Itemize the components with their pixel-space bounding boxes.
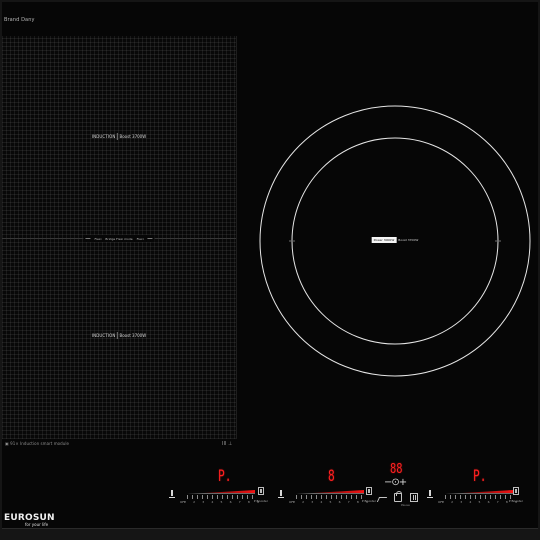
right-slider-number-1: 1 — [442, 500, 444, 504]
left-slider-number-5: 5 — [220, 500, 223, 504]
right-power-slider-ticks — [445, 495, 513, 499]
left-boost-caption: P Booster — [253, 499, 268, 503]
flex-zone-bottom-symbols: III ⊥ — [222, 441, 233, 447]
top-brand-note: Brand Dany — [4, 17, 35, 23]
lower-flex-zone-label: INDUCTION Boost 3700W — [91, 332, 147, 339]
left-flex-cooking-zone[interactable]: INDUCTION Boost 3700W Flexi Bridge Flexi… — [2, 36, 237, 439]
left-slider-number-4: 4 — [211, 500, 214, 504]
right-power-slider[interactable]: OFF 1 2 3 4 5 6 7 8 9 P Booster — [427, 485, 523, 509]
right-slider-number-4: 4 — [469, 500, 472, 504]
left-slider-number-2: 2 — [193, 500, 196, 504]
middle-slider-number-scale: 1 2 3 4 5 6 7 8 9 — [293, 500, 368, 504]
right-flexi-text: Flexi — [136, 236, 144, 241]
middle-power-slider-ticks — [296, 495, 364, 499]
right-power-slider-track[interactable] — [445, 490, 513, 494]
middle-slider-number-6: 6 — [338, 500, 341, 504]
left-slider-number-1: 1 — [184, 500, 186, 504]
upper-boost-text: Boost 3700W — [119, 134, 147, 139]
left-zone-display: P. — [218, 466, 232, 485]
right-power-icon[interactable] — [427, 490, 433, 499]
left-slider-number-7: 7 — [238, 500, 241, 504]
left-power-slider[interactable]: OFF 1 2 3 4 5 6 7 8 9 P Booster — [169, 485, 268, 509]
bridge-flexi-mode-text: Bridge Flexi mode — [105, 236, 133, 241]
middle-slider-number-7: 7 — [347, 500, 350, 504]
middle-slider-number-1: 1 — [293, 500, 295, 504]
glass-surface: Brand Dany INDUCTION Boost 3700W Flexi B… — [2, 2, 538, 529]
middle-slider-number-8: 8 — [356, 500, 359, 504]
lower-boost-text: Boost 3700W — [119, 333, 147, 338]
left-slider-number-3: 3 — [202, 500, 205, 504]
induction-cooktop: Brand Dany INDUCTION Boost 3700W Flexi B… — [0, 0, 540, 540]
pause-icon[interactable] — [410, 492, 418, 502]
upper-induction-text: INDUCTION — [91, 133, 118, 140]
round-zone-boost-label: Boost 3700W — [398, 238, 419, 242]
right-slider-number-3: 3 — [460, 500, 463, 504]
left-slider-number-scale: 1 2 3 4 5 6 7 8 9 — [184, 500, 259, 504]
right-slider-number-8: 8 — [505, 500, 508, 504]
left-slider-number-8: 8 — [247, 500, 250, 504]
right-slider-number-5: 5 — [478, 500, 481, 504]
middle-power-slider-track[interactable] — [296, 490, 364, 494]
middle-boost-icon[interactable] — [366, 487, 372, 495]
function-icon-row[interactable] — [378, 490, 418, 504]
left-power-icon[interactable] — [169, 490, 175, 499]
right-bridge-mark — [147, 238, 153, 239]
lower-induction-text: INDUCTION — [91, 332, 118, 339]
right-boost-icon[interactable] — [513, 487, 519, 495]
left-boost-icon[interactable] — [258, 487, 264, 495]
left-power-slider-ticks — [187, 495, 255, 499]
middle-power-icon[interactable] — [278, 490, 284, 499]
right-slider-number-scale: 1 2 3 4 5 6 7 8 9 — [442, 500, 517, 504]
left-slider-number-6: 6 — [229, 500, 232, 504]
middle-slider-number-5: 5 — [329, 500, 332, 504]
middle-power-slider[interactable]: OFF 1 2 3 4 5 6 7 8 9 P Booster — [278, 485, 376, 509]
timer-controls[interactable]: −⊙+ — [384, 478, 418, 488]
left-bridge-mark — [85, 238, 91, 239]
right-round-cooking-zone[interactable]: Power 3000W Boost 3700W — [258, 104, 532, 378]
stairs-icon[interactable] — [378, 493, 386, 502]
flex-zone-bottom-text: ▣ 91× Induction smart module — [5, 441, 69, 446]
right-slider-number-2: 2 — [451, 500, 454, 504]
middle-slider-number-2: 2 — [302, 500, 305, 504]
brand-logo: EUROSUN for your life — [4, 513, 55, 531]
timer-display: 88 — [390, 462, 403, 477]
left-power-slider-track[interactable] — [187, 490, 255, 494]
flex-bridge-label: Flexi Bridge Flexi mode Flexi — [83, 235, 155, 242]
round-zone-label: Power 3000W Boost 3700W — [371, 237, 419, 243]
middle-boost-caption: P Booster — [361, 499, 376, 503]
middle-slider-number-4: 4 — [320, 500, 323, 504]
left-flexi-text: Flexi — [94, 236, 102, 241]
middle-zone-display: 8 — [328, 466, 335, 485]
right-zone-display: P. — [473, 466, 487, 485]
upper-flex-zone-label: INDUCTION Boost 3700W — [91, 133, 147, 140]
lock-icon[interactable] — [394, 490, 402, 502]
brand-tagline: for your life — [25, 522, 49, 527]
right-boost-caption: P Booster — [508, 499, 523, 503]
right-slider-number-7: 7 — [496, 500, 499, 504]
round-zone-power-label: Power 3000W — [371, 237, 397, 243]
right-slider-number-6: 6 — [487, 500, 490, 504]
pause-caption: Pause — [401, 503, 410, 507]
middle-slider-number-3: 3 — [311, 500, 314, 504]
